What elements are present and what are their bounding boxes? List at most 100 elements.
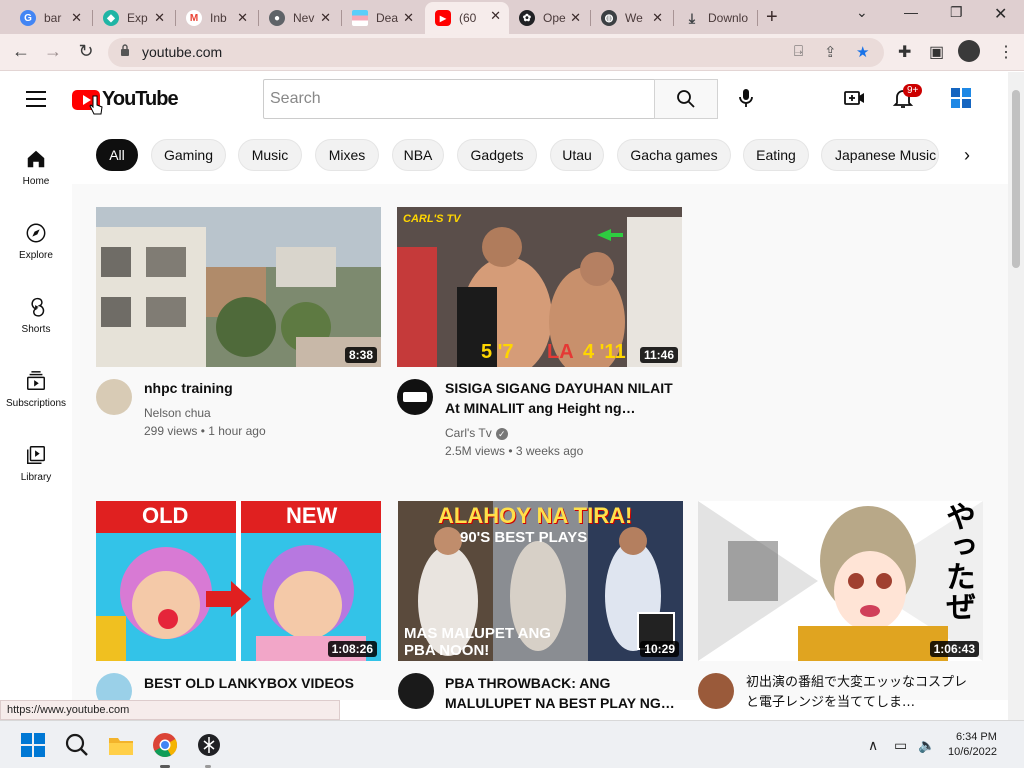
account-avatar[interactable] xyxy=(949,86,973,110)
youtube-logo[interactable]: YouTube xyxy=(72,88,179,111)
hand-cursor-icon xyxy=(89,95,103,115)
chrome-icon[interactable] xyxy=(152,732,178,758)
window-close-button[interactable]: ✕ xyxy=(994,4,1007,24)
search-button[interactable] xyxy=(654,79,718,119)
back-button[interactable]: ← xyxy=(10,41,32,62)
chevron-right-icon[interactable]: › xyxy=(964,145,970,166)
video-title[interactable]: PBA THROWBACK: ANG MALULUPET NA BEST PLA… xyxy=(445,673,680,713)
chip-gadgets[interactable]: Gadgets xyxy=(457,139,537,171)
address-bar[interactable]: youtube.com ⍈ ⇪ ★ xyxy=(108,38,884,67)
clock-time: 6:34 PM xyxy=(955,731,997,743)
create-video-icon[interactable] xyxy=(843,86,867,110)
flag-icon xyxy=(352,10,368,26)
video-title[interactable]: nhpc training xyxy=(144,378,379,398)
chip-nba[interactable]: NBA xyxy=(392,139,444,171)
close-icon[interactable]: ✕ xyxy=(403,10,414,26)
chrome-menu-icon[interactable]: ⋮ xyxy=(998,42,1014,62)
close-icon[interactable]: ✕ xyxy=(154,10,165,26)
search-input[interactable]: Search xyxy=(263,79,655,119)
page-scrollbar[interactable] xyxy=(1008,72,1024,720)
video-thumbnail[interactable]: CARL'S TV 5 '7 LA 4 '11 11:46 xyxy=(397,207,682,367)
chip-gaming[interactable]: Gaming xyxy=(151,139,226,171)
close-icon[interactable]: ✕ xyxy=(237,10,248,26)
thumbnail-text: MAS MALUPET ANG xyxy=(404,625,551,642)
video-title[interactable]: BEST OLD LANKYBOX VIDEOS xyxy=(144,673,379,693)
microphone-icon[interactable] xyxy=(734,86,758,110)
tab-flag[interactable]: Dea ✕ xyxy=(342,4,422,32)
tab-strip: G bar ✕ ◆ Exp ✕ M Inb ✕ ● Nev ✕ Dea ✕ ▶ … xyxy=(0,0,1024,34)
chip-japanese-music[interactable]: Japanese Music xyxy=(821,139,939,171)
tray-overflow-chevron-icon[interactable]: ∧ xyxy=(868,737,878,754)
globe-icon: ◍ xyxy=(601,10,617,26)
chip-mixes[interactable]: Mixes xyxy=(315,139,379,171)
video-title[interactable]: SISIGA SIGANG DAYUHAN NILAIT At MINALIIT… xyxy=(445,378,680,418)
channel-name[interactable]: Nelson chua xyxy=(144,404,211,422)
tab-downloads[interactable]: ⤓ Downlo xyxy=(674,4,758,32)
chip-music[interactable]: Music xyxy=(238,139,302,171)
chip-utau[interactable]: Utau xyxy=(550,139,604,171)
channel-avatar[interactable] xyxy=(698,673,734,709)
close-icon[interactable]: ✕ xyxy=(320,10,331,26)
tab-youtube[interactable]: ▶ (60 ✕ xyxy=(425,2,509,34)
chip-gacha-games[interactable]: Gacha games xyxy=(617,139,731,171)
menu-icon[interactable] xyxy=(26,91,46,112)
side-panel-icon[interactable]: ▣ xyxy=(929,42,944,62)
thumbnail-text: ALAHOY NA TIRA! xyxy=(438,503,633,528)
chip-eating[interactable]: Eating xyxy=(743,139,809,171)
chrome-icon: ● xyxy=(269,10,285,26)
thumbnail-text: NEW xyxy=(286,503,338,528)
close-icon[interactable]: ✕ xyxy=(570,10,581,26)
video-thumbnail[interactable]: 8:38 xyxy=(96,207,381,367)
windows-start-icon[interactable] xyxy=(20,732,46,758)
scrollbar-thumb[interactable] xyxy=(1012,90,1020,268)
share-icon[interactable]: ⇪ xyxy=(824,43,837,61)
guide-item-explore[interactable]: Explore xyxy=(0,222,72,261)
tab-expedition[interactable]: ◆ Exp ✕ xyxy=(93,4,173,32)
video-title[interactable]: 初出演の番組で大変エッッなコスプレと電子レンジを当ててしま… xyxy=(746,673,976,713)
subscriptions-icon xyxy=(27,371,45,390)
guide-item-library[interactable]: Library xyxy=(0,444,72,483)
minimize-button[interactable]: — xyxy=(904,4,918,20)
network-icon[interactable]: ▭ xyxy=(894,737,907,754)
restore-button[interactable]: ❐ xyxy=(950,4,963,21)
tab-web[interactable]: ◍ We ✕ xyxy=(591,4,671,32)
duration-badge: 10:29 xyxy=(640,641,679,657)
guide-item-shorts[interactable]: Shorts xyxy=(0,296,72,335)
thumbnail-text: 5 '7 xyxy=(481,341,514,363)
file-explorer-icon[interactable] xyxy=(108,732,134,758)
video-thumbnail[interactable]: やったぜ 1:06:43 xyxy=(698,501,983,661)
guide-sidebar: Home Explore Shorts Subscriptions Librar… xyxy=(0,128,72,700)
search-icon[interactable] xyxy=(64,732,90,758)
close-icon[interactable]: ✕ xyxy=(490,8,501,24)
guide-item-home[interactable]: Home xyxy=(0,148,72,187)
channel-avatar[interactable] xyxy=(96,379,132,415)
reload-button[interactable]: ↻ xyxy=(75,41,97,62)
close-icon[interactable]: ✕ xyxy=(71,10,82,26)
extensions-icon[interactable]: ✚ xyxy=(898,42,911,62)
volume-icon[interactable]: 🔈 xyxy=(918,737,935,754)
tab-openai[interactable]: ✿ Ope ✕ xyxy=(509,4,589,32)
tab-google[interactable]: G bar ✕ xyxy=(10,4,90,32)
tab-search-icon[interactable]: ⌄ xyxy=(856,4,868,21)
video-thumbnail[interactable]: OLD NEW 1:08:26 xyxy=(96,501,381,661)
close-icon[interactable]: ✕ xyxy=(652,10,663,26)
forward-button[interactable]: → xyxy=(42,41,64,62)
system-clock[interactable]: 6:34 PM 10/6/2022 xyxy=(948,730,997,760)
home-icon xyxy=(27,150,45,168)
install-icon[interactable]: ⍈ xyxy=(794,43,803,60)
tab-gmail[interactable]: M Inb ✕ xyxy=(176,4,256,32)
tab-title: We xyxy=(625,11,643,25)
channel-avatar[interactable] xyxy=(397,379,433,415)
logo-text: YouTube xyxy=(102,88,179,110)
new-tab-button[interactable]: + xyxy=(766,6,778,29)
channel-name[interactable]: Carl's Tv ✓ xyxy=(445,424,508,442)
video-thumbnail[interactable]: ALAHOY NA TIRA! 90'S BEST PLAYS MAS MALU… xyxy=(398,501,683,661)
chip-all[interactable]: All xyxy=(96,139,138,171)
guide-item-subscriptions[interactable]: Subscriptions xyxy=(0,370,72,409)
channel-avatar[interactable] xyxy=(398,673,434,709)
profile-avatar[interactable] xyxy=(958,40,980,62)
tab-new[interactable]: ● Nev ✕ xyxy=(259,4,339,32)
bookmark-star-icon[interactable]: ★ xyxy=(856,43,869,61)
openai-icon[interactable] xyxy=(196,732,222,758)
thumbnail-text: 90'S BEST PLAYS xyxy=(460,529,588,546)
